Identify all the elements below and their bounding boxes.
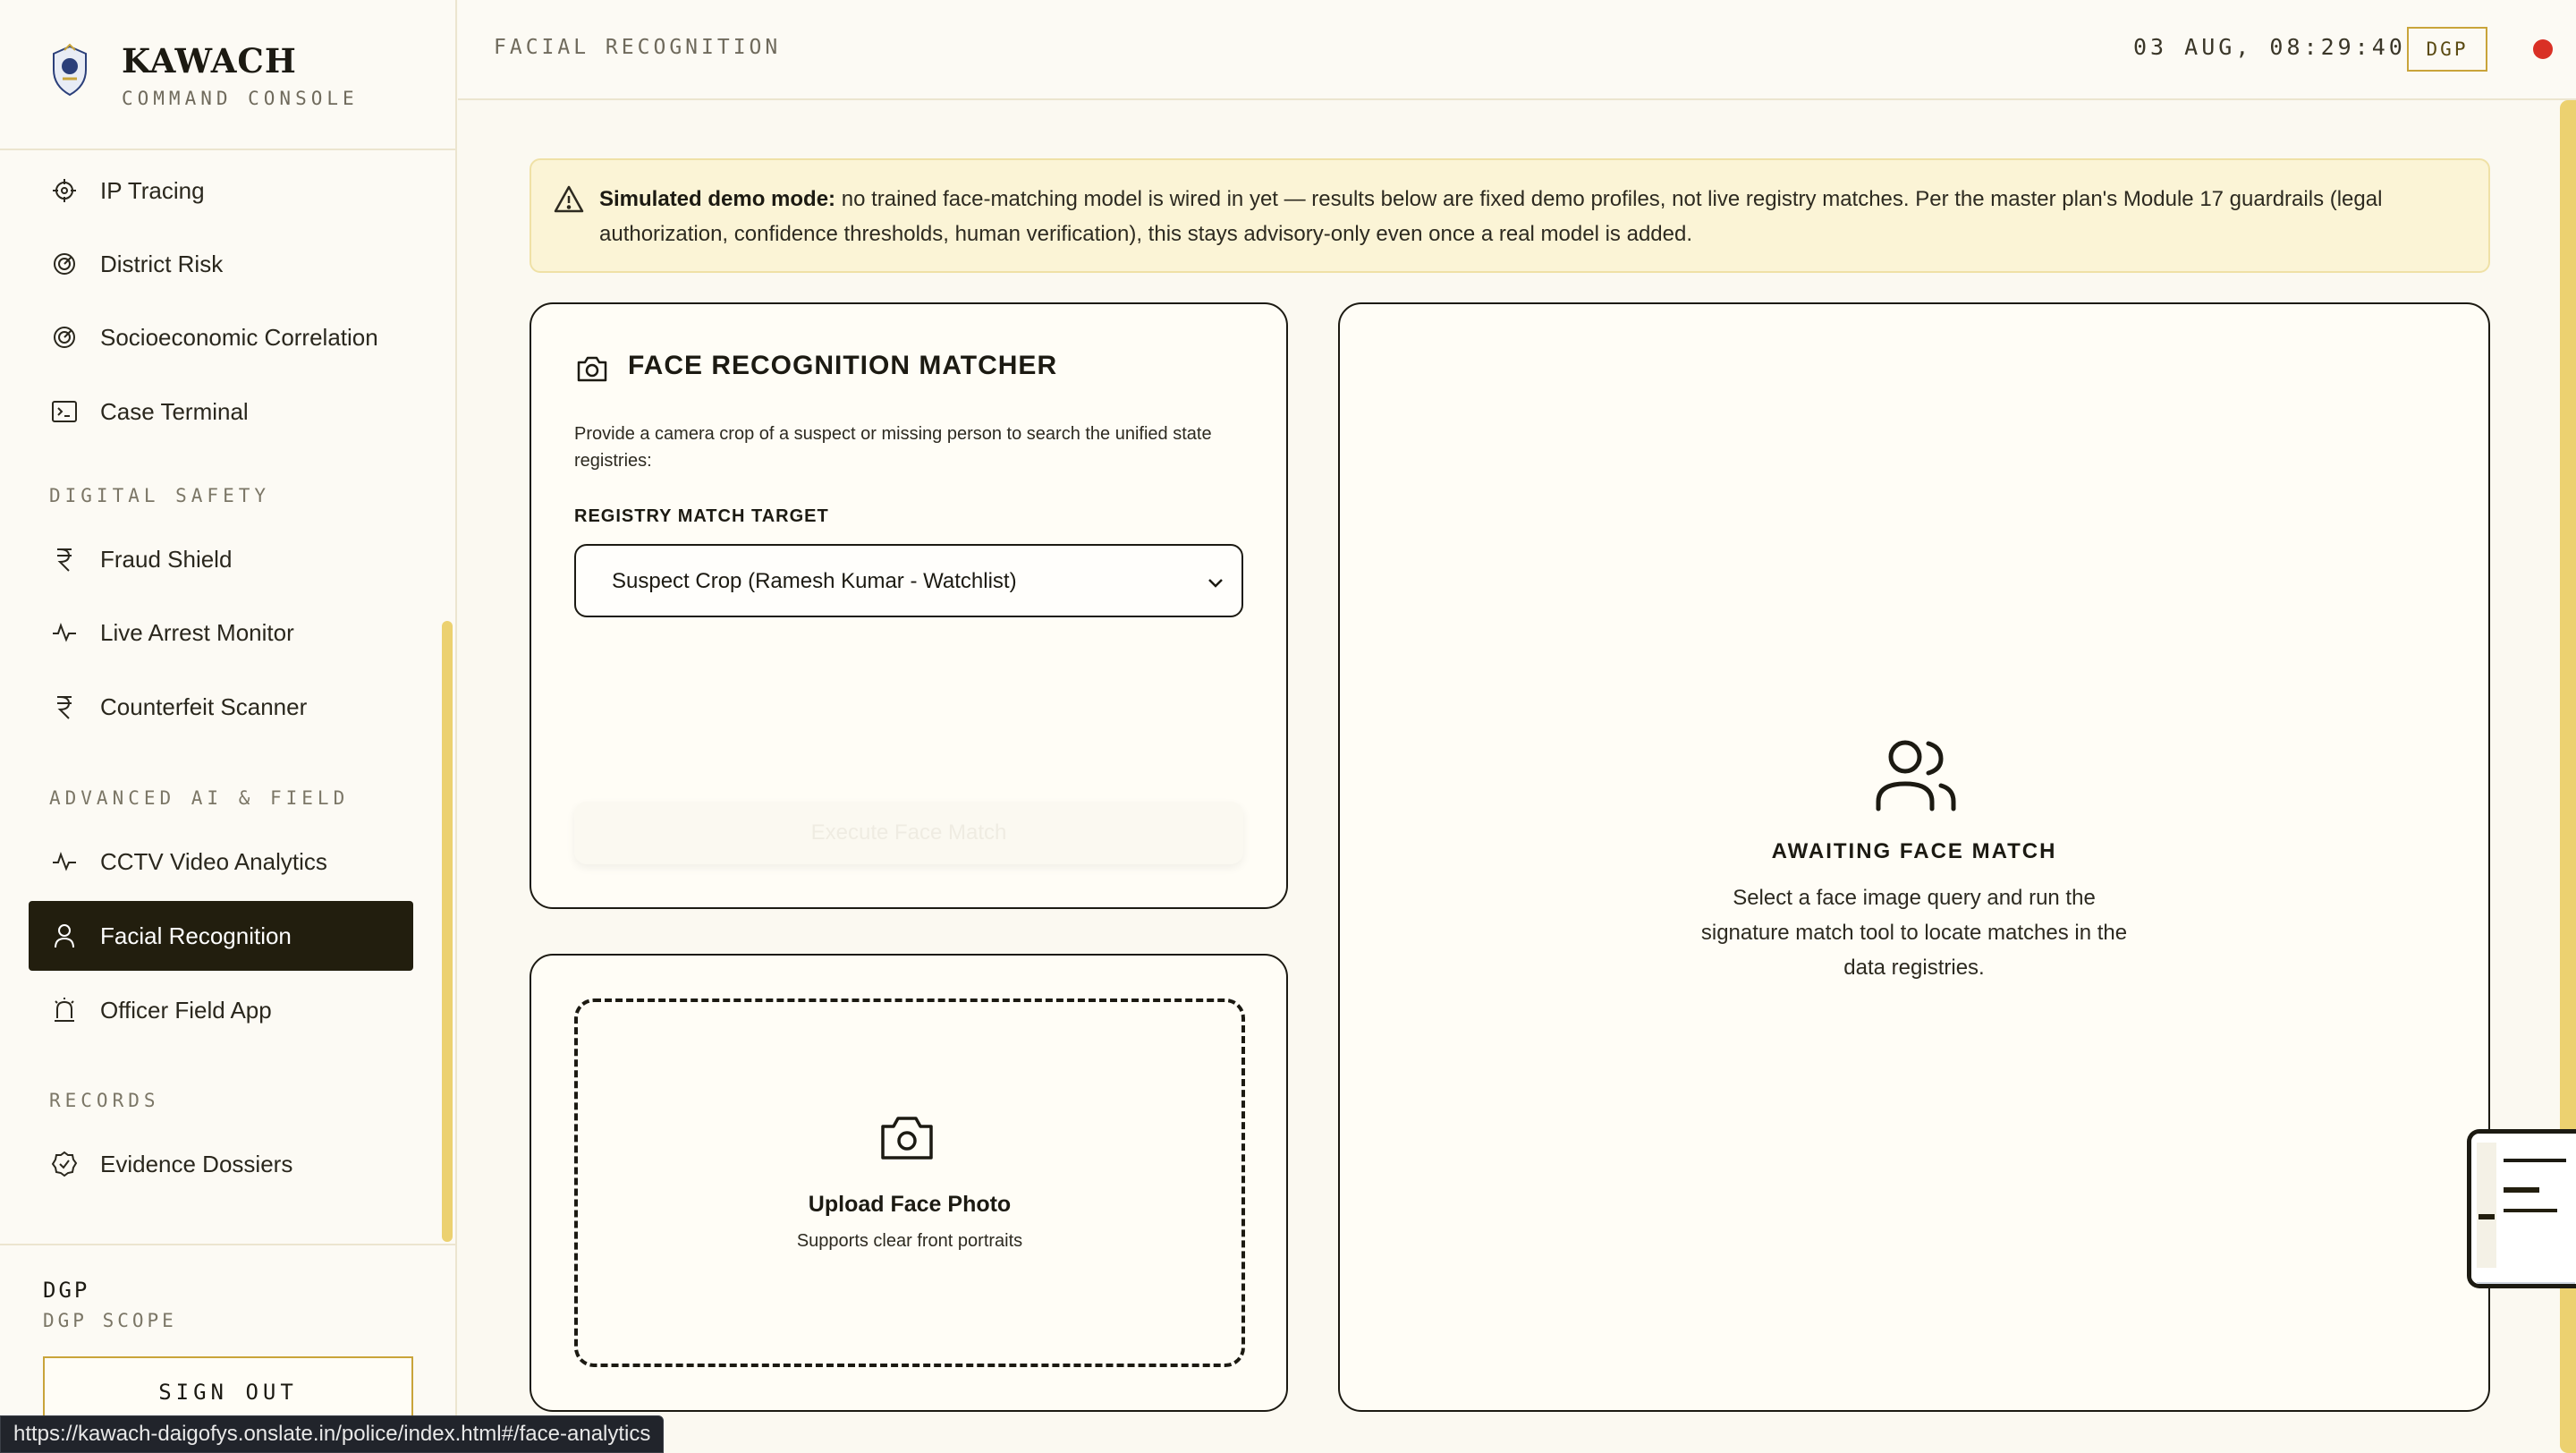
crosshair-icon xyxy=(47,173,82,208)
clock-display: 03 AUG, 08:29:40 xyxy=(2133,34,2406,60)
sidebar-item-fraud-shield[interactable]: Fraud Shield xyxy=(29,524,413,594)
badge-check-icon xyxy=(47,1146,82,1182)
execute-face-match-button[interactable]: Execute Face Match xyxy=(574,802,1243,864)
target-icon xyxy=(47,319,82,355)
sidebar-item-live-arrest-monitor[interactable]: Live Arrest Monitor xyxy=(29,598,413,667)
user-scope: DGP SCOPE xyxy=(43,1310,177,1331)
live-status-dot xyxy=(2533,39,2553,59)
sidebar-item-label: Live Arrest Monitor xyxy=(100,618,294,646)
sidebar-item-label: Evidence Dossiers xyxy=(100,1150,293,1177)
sidebar-item-label: Counterfeit Scanner xyxy=(100,693,308,720)
banner-body: no trained face-matching model is wired … xyxy=(599,187,2383,246)
upload-title: Upload Face Photo xyxy=(808,1192,1012,1217)
rupee-icon xyxy=(47,541,82,577)
status-url: https://kawach-daigofys.onslate.in/polic… xyxy=(0,1415,665,1453)
users-icon xyxy=(1876,740,1956,811)
sidebar-item-label: Socioeconomic Correlation xyxy=(100,323,378,351)
target-icon xyxy=(47,246,82,282)
sidebar-item-label: IP Tracing xyxy=(100,176,205,204)
brand-header: KAWACH COMMAND CONSOLE xyxy=(0,0,455,150)
sidebar-item-facial-recognition[interactable]: Facial Recognition xyxy=(29,901,413,971)
matcher-description: Provide a camera crop of a suspect or mi… xyxy=(574,424,1212,471)
top-bar: FACIAL RECOGNITION 03 AUG, 08:29:40 DGP xyxy=(458,0,2576,100)
nav-section-records: RECORDS xyxy=(49,1090,160,1111)
role-badge: DGP xyxy=(2407,27,2487,72)
demo-mode-banner: Simulated demo mode: no trained face-mat… xyxy=(530,158,2490,273)
pulse-icon xyxy=(47,615,82,650)
preview-thumbnail[interactable] xyxy=(2467,1129,2576,1288)
warning-triangle-icon xyxy=(554,185,584,213)
sidebar-item-counterfeit-scanner[interactable]: Counterfeit Scanner xyxy=(29,672,413,742)
registry-target-select[interactable]: Suspect Crop (Ramesh Kumar - Watchlist) xyxy=(574,544,1243,617)
sidebar: KAWACH COMMAND CONSOLE IP Tracing Distri… xyxy=(0,0,457,1453)
camera-icon xyxy=(577,356,607,382)
sidebar-item-label: Case Terminal xyxy=(100,397,249,425)
result-title: AWAITING FACE MATCH xyxy=(1771,839,2057,863)
registry-target-value: Suspect Crop (Ramesh Kumar - Watchlist) xyxy=(612,569,1017,593)
result-description: Select a face image query and run the si… xyxy=(1700,886,2128,980)
sidebar-item-ip-tracing[interactable]: IP Tracing xyxy=(29,156,413,225)
match-result-card: AWAITING FACE MATCH Select a face image … xyxy=(1338,302,2490,1412)
sidebar-item-label: Fraud Shield xyxy=(100,545,233,573)
sidebar-item-label: CCTV Video Analytics xyxy=(100,847,327,875)
upload-subtitle: Supports clear front portraits xyxy=(796,1231,1023,1251)
sidebar-item-label: Officer Field App xyxy=(100,996,272,1024)
sidebar-item-label: District Risk xyxy=(100,250,224,277)
camera-icon xyxy=(881,1117,933,1160)
brand-subtitle: COMMAND CONSOLE xyxy=(122,88,359,109)
pulse-icon xyxy=(47,844,82,879)
sidebar-item-district-risk[interactable]: District Risk xyxy=(29,229,413,299)
terminal-icon xyxy=(47,394,82,429)
upload-card: Upload Face Photo Supports clear front p… xyxy=(530,954,1288,1412)
banner-text: Simulated demo mode: no trained face-mat… xyxy=(599,182,2469,251)
banner-lead: Simulated demo mode: xyxy=(599,187,836,211)
sidebar-item-socioeconomic-correlation[interactable]: Socioeconomic Correlation xyxy=(29,302,413,372)
brand-title: KAWACH xyxy=(122,41,297,81)
sidebar-item-evidence-dossiers[interactable]: Evidence Dossiers xyxy=(29,1129,413,1199)
emblem-logo xyxy=(53,43,87,97)
rupee-icon xyxy=(47,689,82,725)
preview-image xyxy=(2471,1134,2576,1284)
nav-section-advanced-ai: ADVANCED AI & FIELD xyxy=(49,787,350,809)
sidebar-item-cctv-video-analytics[interactable]: CCTV Video Analytics xyxy=(29,827,413,896)
registry-target-label: REGISTRY MATCH TARGET xyxy=(574,506,829,526)
sidebar-item-case-terminal[interactable]: Case Terminal xyxy=(29,377,413,446)
face-matcher-card: FACE RECOGNITION MATCHER Provide a camer… xyxy=(530,302,1288,909)
chevron-down-icon xyxy=(1208,579,1223,588)
user-name: DGP xyxy=(43,1278,90,1303)
face-photo-dropzone[interactable]: Upload Face Photo Supports clear front p… xyxy=(574,998,1245,1367)
nav-section-digital-safety: DIGITAL SAFETY xyxy=(49,485,271,506)
siren-icon xyxy=(47,992,82,1028)
sidebar-item-label: Facial Recognition xyxy=(100,922,292,949)
matcher-title: FACE RECOGNITION MATCHER xyxy=(628,351,1058,380)
user-icon xyxy=(47,918,82,954)
sidebar-nav: IP Tracing District Risk Socioeconomic C… xyxy=(0,150,455,1240)
page-title: FACIAL RECOGNITION xyxy=(494,36,782,59)
sidebar-scrollbar[interactable] xyxy=(442,621,453,1242)
sidebar-item-officer-field-app[interactable]: Officer Field App xyxy=(29,975,413,1045)
